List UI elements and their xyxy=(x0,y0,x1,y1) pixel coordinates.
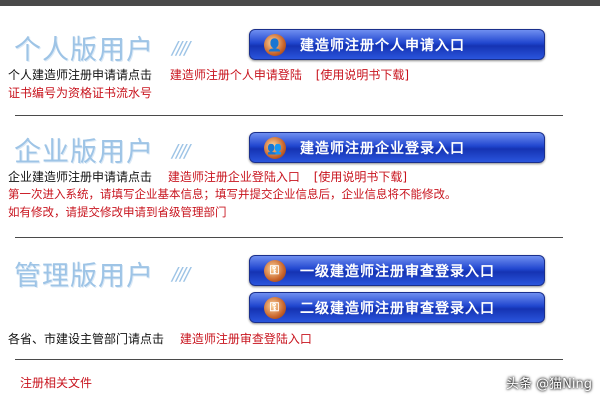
divider-3 xyxy=(15,359,563,360)
enterprise-login-button[interactable]: 👥 建造师注册企业登录入口 xyxy=(249,132,545,163)
enterprise-login-button-label: 建造师注册企业登录入口 xyxy=(300,140,465,157)
enterprise-title: 企业版用户 xyxy=(14,137,154,168)
enterprise-prompt-text: 企业建造师注册申请请点击 xyxy=(8,170,153,184)
personal-title: 个人版用户 xyxy=(14,35,154,66)
personal-slashes: //// xyxy=(172,38,190,59)
personal-apply-button-label: 建造师注册个人申请入口 xyxy=(300,37,465,54)
watermark: 头条 @猫Ning xyxy=(506,377,592,392)
admin-level1-button[interactable]: ⚿ 一级建造师注册审查登录入口 xyxy=(249,255,545,286)
enterprise-note-line1: 第一次进入系统，请填写企业基本信息；填写并提交企业信息后，企业信息将不能修改。 xyxy=(8,187,457,201)
enterprise-prompt: 企业建造师注册申请请点击 建造师注册企业登陆入口 [使用说明书下载] xyxy=(8,168,407,185)
users-icon: 👥 xyxy=(264,136,286,159)
enterprise-note-line2: 如有修改，请提交修改申请到省级管理部门 xyxy=(8,205,227,219)
user-icon: 👤 xyxy=(264,33,286,56)
top-bar xyxy=(0,0,600,6)
enterprise-manual-link[interactable]: [使用说明书下载] xyxy=(314,170,407,184)
personal-apply-button[interactable]: 👤 建造师注册个人申请入口 xyxy=(249,29,545,60)
personal-login-link[interactable]: 建造师注册个人申请登陆 xyxy=(170,68,302,82)
related-docs-link[interactable]: 注册相关文件 xyxy=(20,374,92,391)
admin-login-link[interactable]: 建造师注册审查登陆入口 xyxy=(180,332,312,346)
personal-prompt: 个人建造师注册申请请点击 建造师注册个人申请登陆 [使用说明书下载] xyxy=(8,66,409,83)
admin-prompt: 各省、市建设主管部门请点击 建造师注册审查登陆入口 xyxy=(8,330,312,347)
admin-level1-button-label: 一级建造师注册审查登录入口 xyxy=(300,263,495,280)
personal-manual-link[interactable]: [使用说明书下载] xyxy=(316,68,409,82)
admin-prompt-text: 各省、市建设主管部门请点击 xyxy=(8,332,165,346)
key-icon: ⚿ xyxy=(264,296,286,319)
admin-title: 管理版用户 xyxy=(14,261,154,292)
enterprise-login-link[interactable]: 建造师注册企业登陆入口 xyxy=(168,170,300,184)
admin-slashes: //// xyxy=(172,264,190,285)
enterprise-slashes: //// xyxy=(172,141,190,162)
key-icon: ⚿ xyxy=(264,259,286,282)
admin-level2-button[interactable]: ⚿ 二级建造师注册审查登录入口 xyxy=(249,292,545,323)
divider-2 xyxy=(15,237,563,238)
personal-prompt-text: 个人建造师注册申请请点击 xyxy=(8,68,153,82)
personal-note: 证书编号为资格证书流水号 xyxy=(8,86,153,100)
admin-level2-button-label: 二级建造师注册审查登录入口 xyxy=(300,300,495,317)
divider-1 xyxy=(15,115,563,116)
